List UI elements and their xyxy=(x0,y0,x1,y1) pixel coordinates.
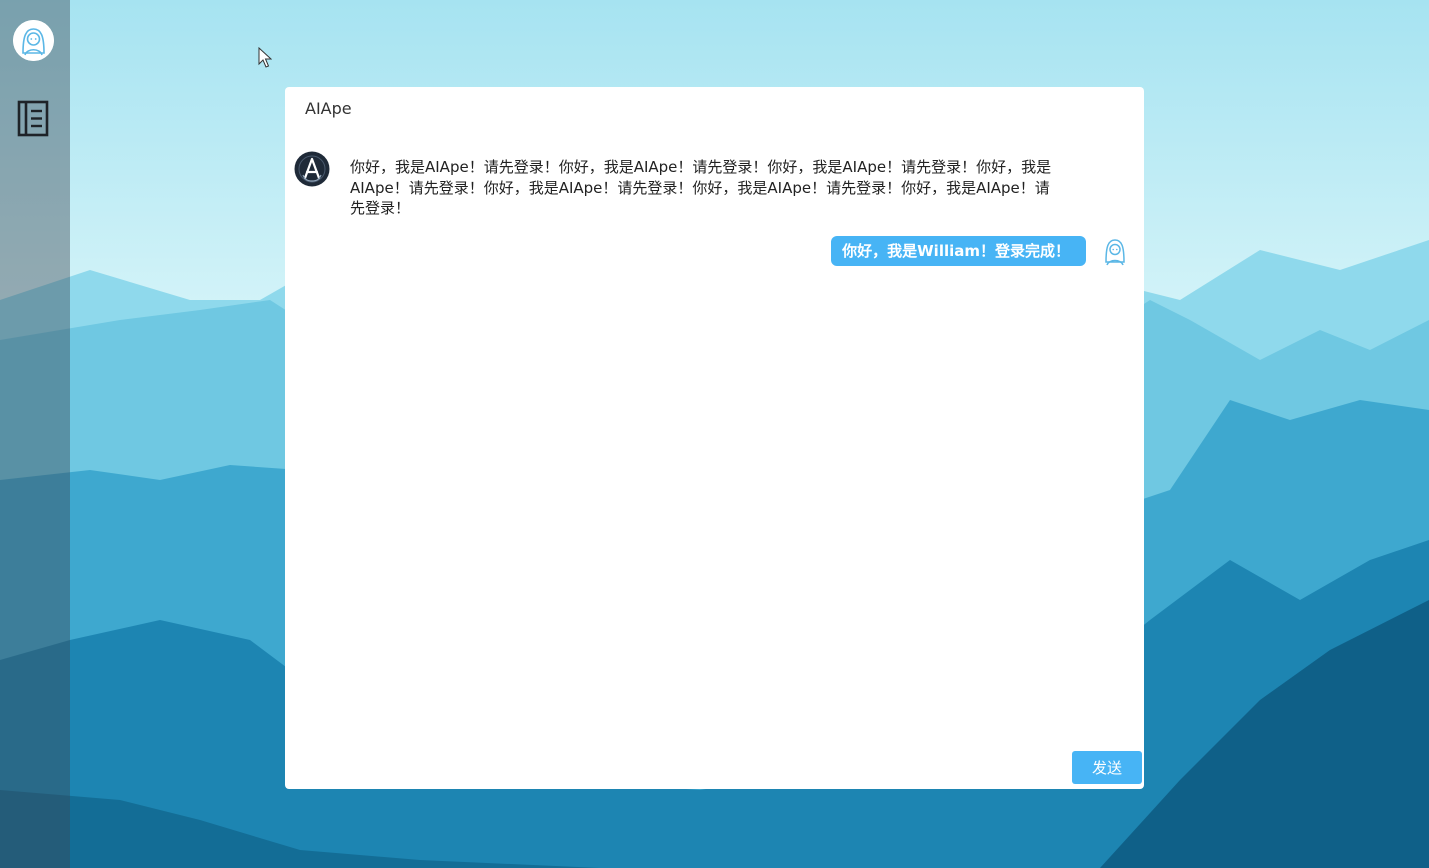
chat-title: AIApe xyxy=(305,99,352,118)
send-button[interactable]: 发送 xyxy=(1072,751,1142,784)
user-message-row: 你好，我是William！登录完成！ xyxy=(831,235,1128,267)
list-menu-icon[interactable] xyxy=(17,100,51,137)
user-message-bubble: 你好，我是William！登录完成！ xyxy=(831,236,1086,266)
bot-avatar-icon xyxy=(294,151,330,187)
chat-panel: AIApe 你好，我是AIApe！请先登录！你好，我是AIApe！请先登录！你好… xyxy=(285,87,1144,789)
sidebar xyxy=(0,0,70,868)
bot-message-text: 你好，我是AIApe！请先登录！你好，我是AIApe！请先登录！你好，我是AIA… xyxy=(350,158,1052,217)
user-avatar-icon xyxy=(1105,239,1125,266)
user-avatar-icon[interactable] xyxy=(13,20,54,61)
mouse-pointer-icon xyxy=(258,47,272,68)
